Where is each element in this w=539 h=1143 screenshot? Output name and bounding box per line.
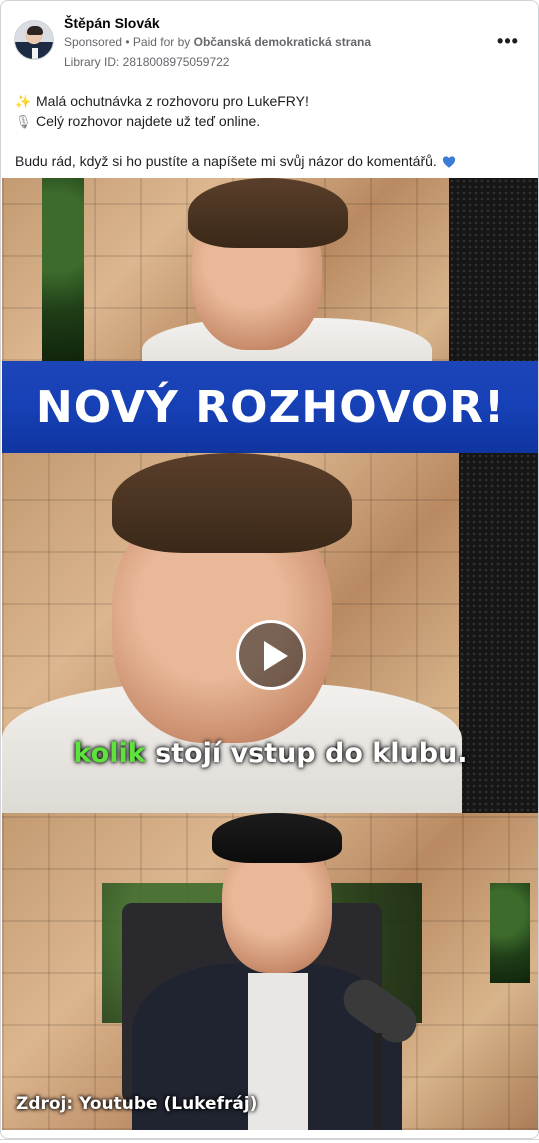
- acoustic-panel: [449, 178, 538, 361]
- more-options-button[interactable]: •••: [494, 27, 522, 55]
- author-name[interactable]: Štěpán Slovák: [64, 15, 160, 31]
- guest-hair-2: [112, 453, 352, 553]
- guest-hair: [188, 178, 348, 248]
- caption-rest: stojí vstup do klubu.: [145, 738, 468, 769]
- sponsored-meta: Sponsored • Paid for by Občanská demokra…: [64, 35, 371, 49]
- blue-heart-icon: [442, 156, 455, 168]
- text-line-2-content: Celý rozhovor najdete už teď online.: [36, 113, 261, 129]
- author-avatar[interactable]: [14, 20, 54, 60]
- text-line-2: Celý rozhovor najdete už teď online.: [15, 111, 527, 132]
- card-divider: [0, 1139, 539, 1140]
- title-banner: NOVÝ ROZHOVOR!: [2, 361, 538, 453]
- play-button[interactable]: [236, 620, 306, 690]
- payer-name[interactable]: Občanská demokratická strana: [194, 35, 371, 49]
- plant-wall: [42, 178, 84, 361]
- text-line-1: Malá ochutnávka z rozhovoru pro LukeFRY!: [15, 91, 527, 112]
- video-frame-top: [2, 178, 538, 361]
- caption-highlight: kolik: [73, 738, 146, 769]
- mic-stand: [374, 1033, 382, 1130]
- text-line-1-content: Malá ochutnávka z rozhovoru pro LukeFRY!: [36, 93, 309, 109]
- library-id: Library ID: 2818008975059722: [64, 55, 230, 69]
- host-hair: [212, 813, 342, 863]
- sparkles-icon: [15, 92, 31, 112]
- ad-post-card: Štěpán Slovák Sponsored • Paid for by Ob…: [0, 0, 539, 1139]
- video-frame-bottom: [2, 813, 538, 1130]
- text-line-3-content: Budu rád, když si ho pustíte a napíšete …: [15, 153, 437, 169]
- microphone-icon: [15, 112, 32, 132]
- plant-wall-3: [490, 883, 530, 983]
- avatar-hair: [27, 26, 43, 35]
- text-line-3: Budu rád, když si ho pustíte a napíšete …: [15, 151, 527, 171]
- post-text: Malá ochutnávka z rozhovoru pro LukeFRY!…: [15, 91, 527, 171]
- video-player[interactable]: NOVÝ ROZHOVOR! kolik stojí vstup do klub…: [2, 178, 538, 1130]
- sponsored-label: Sponsored: [64, 35, 123, 49]
- video-caption: kolik stojí vstup do klubu.: [2, 738, 538, 769]
- post-header: Štěpán Slovák Sponsored • Paid for by Ob…: [1, 1, 538, 81]
- banner-text: NOVÝ ROZHOVOR!: [35, 381, 506, 433]
- avatar-shirt: [32, 48, 38, 59]
- paid-for-prefix: • Paid for by: [122, 35, 194, 49]
- video-source-label: Zdroj: Youtube (Lukefráj): [16, 1094, 258, 1114]
